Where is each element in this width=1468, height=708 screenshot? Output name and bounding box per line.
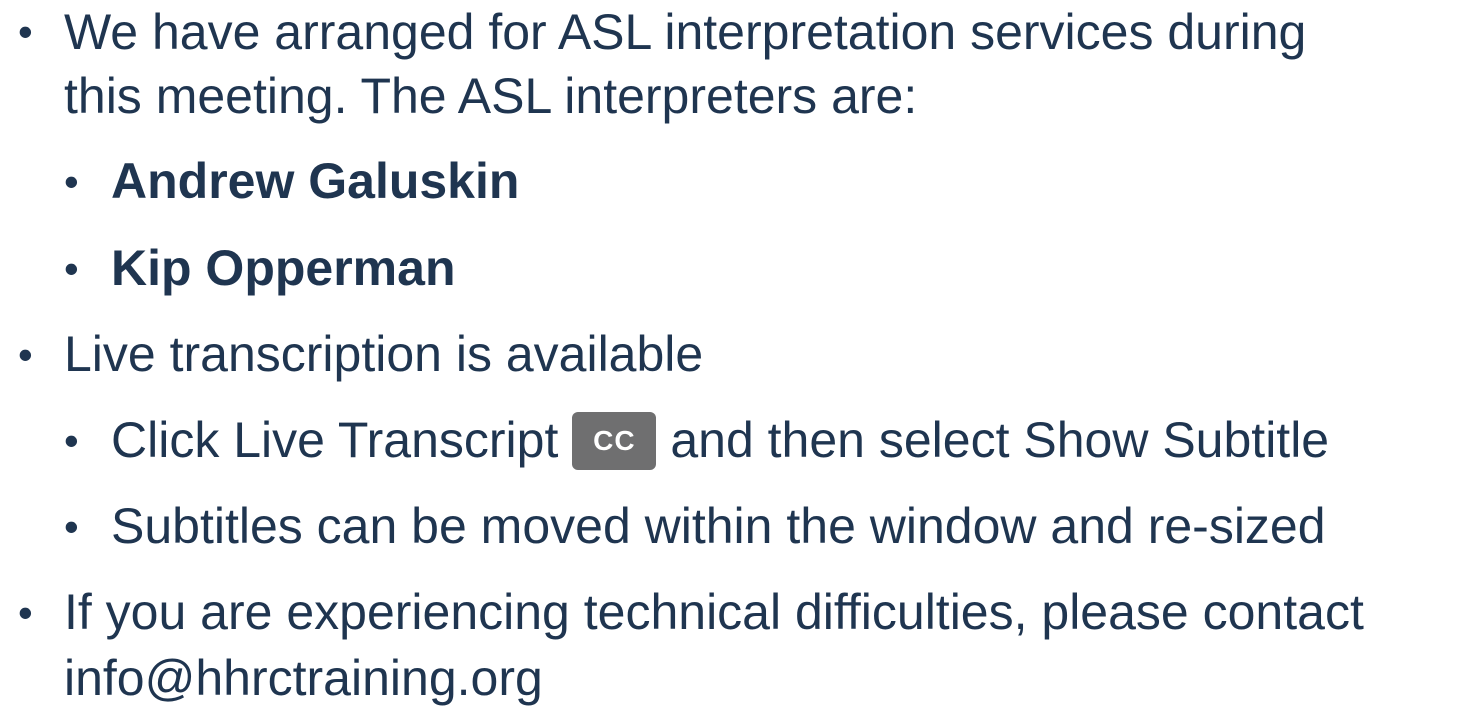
cc-instruction-before: Click Live Transcript — [111, 412, 559, 468]
cc-instruction-line: Click Live Transcript CC and then select S… — [111, 410, 1329, 476]
interpreter-name-2: Kip Opperman — [111, 240, 456, 296]
bullet-marker: • — [18, 8, 33, 55]
tech-support-text-line1: If you are experiencing technical diffic… — [64, 584, 1364, 640]
bullet-marker: • — [64, 158, 79, 205]
slide: • We have arranged for ASL interpretatio… — [0, 0, 1468, 708]
subtitles-info-text: Subtitles can be moved within the window… — [111, 498, 1326, 554]
bullet-marker: • — [64, 503, 79, 550]
live-transcription-text: Live transcription is available — [64, 326, 704, 382]
bullet-marker: • — [64, 245, 79, 292]
asl-services-text-line1: We have arranged for ASL interpretation … — [64, 4, 1307, 60]
support-email: info@hhrctraining.org — [64, 650, 543, 706]
cc-icon: CC — [572, 411, 657, 470]
interpreter-name-1: Andrew Galuskin — [111, 153, 520, 209]
asl-services-text-line2: this meeting. The ASL interpreters are: — [64, 68, 918, 124]
bullet-marker: • — [18, 589, 33, 636]
bullet-marker: • — [18, 331, 33, 378]
bullet-marker: • — [64, 417, 79, 464]
cc-instruction-after: and then select Show Subtitle — [670, 412, 1330, 468]
